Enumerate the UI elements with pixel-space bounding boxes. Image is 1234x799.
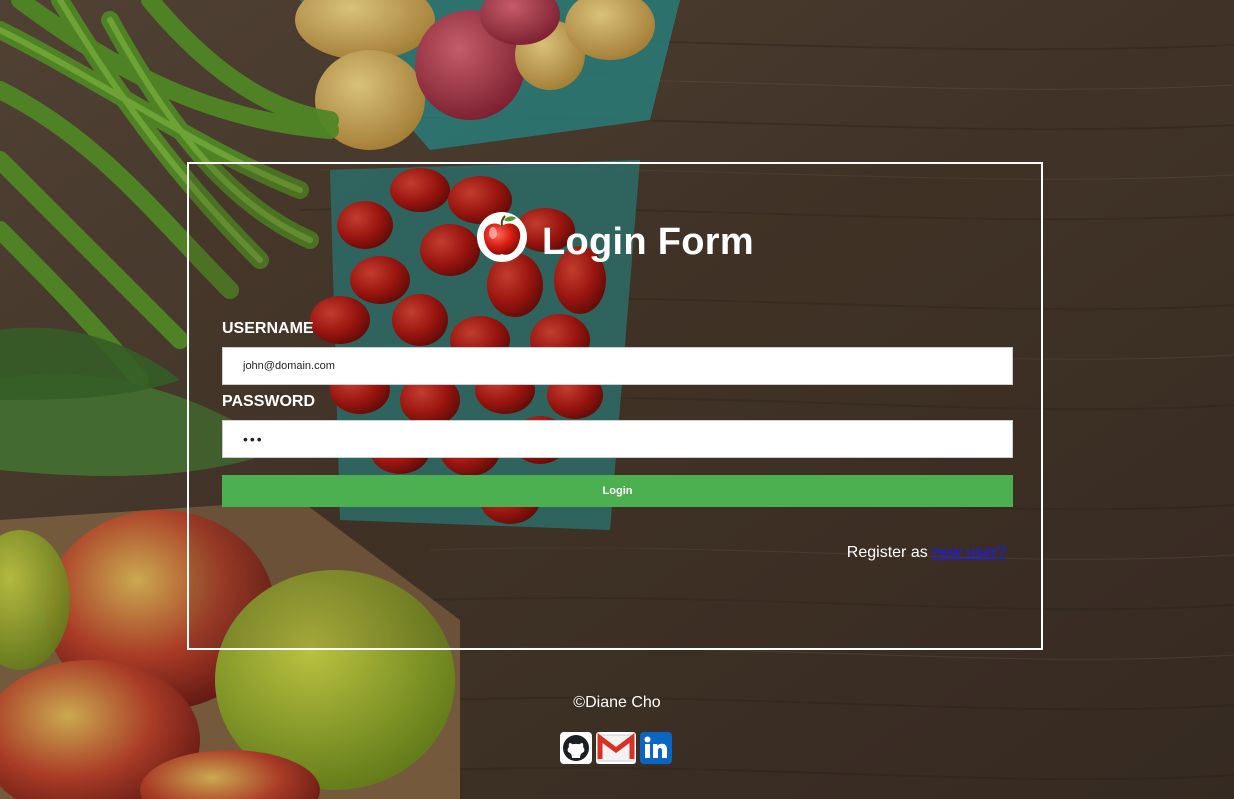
password-label: PASSWORD	[222, 393, 316, 410]
password-input[interactable]	[222, 420, 1013, 458]
linkedin-icon[interactable]	[640, 732, 672, 764]
social-links	[560, 732, 672, 764]
login-button[interactable]: Login	[222, 475, 1013, 507]
page-title: Login Form	[542, 220, 754, 263]
login-title-row: Login Form	[189, 212, 1041, 270]
copyright-text: ©Diane Cho	[573, 694, 661, 711]
new-user-link[interactable]: new user?	[932, 544, 1006, 561]
github-icon[interactable]	[560, 732, 592, 764]
login-page: Login Form USERNAME PASSWORD Login Regis…	[0, 0, 1234, 799]
username-label: USERNAME	[222, 320, 314, 337]
apple-icon	[477, 212, 528, 262]
register-text: Register as	[846, 544, 933, 561]
register-prompt: Register as new user?	[847, 544, 1006, 562]
login-card: Login Form USERNAME PASSWORD Login Regis…	[187, 162, 1043, 650]
username-input[interactable]	[222, 347, 1013, 385]
gmail-icon[interactable]	[596, 732, 636, 764]
